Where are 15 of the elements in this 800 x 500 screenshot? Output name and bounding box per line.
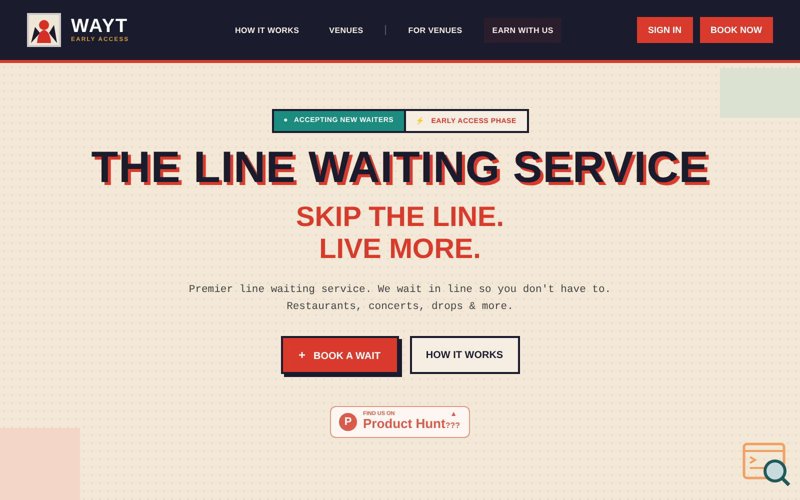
hero-subtitle: LIVE MORE.	[319, 233, 481, 265]
hero-description: Restaurants, concerts, drops & more.	[286, 300, 514, 314]
hero-title: THE LINE WAITING SERVICE	[91, 142, 709, 194]
nav-link[interactable]: HOW IT WORKS	[227, 18, 308, 42]
how-it-works-button[interactable]: HOW IT WORKS	[410, 336, 520, 374]
book-now-button[interactable]: BOOK NOW	[700, 17, 773, 43]
logo-icon[interactable]	[27, 13, 61, 47]
sign-in-button[interactable]: SIGN IN	[636, 17, 692, 43]
browser-magnifier-icon[interactable]	[742, 442, 792, 488]
nav-link[interactable]: FOR VENUES	[400, 18, 470, 42]
nav-link[interactable]: VENUES	[321, 18, 372, 42]
hero-subtitle: SKIP THE LINE.	[296, 201, 504, 233]
nav-link[interactable]: EARN WITH US	[484, 18, 562, 42]
hero-description: Premier line waiting service. We wait in line so you don't have to.	[188, 283, 612, 297]
brand-name: WAYT	[71, 17, 130, 37]
